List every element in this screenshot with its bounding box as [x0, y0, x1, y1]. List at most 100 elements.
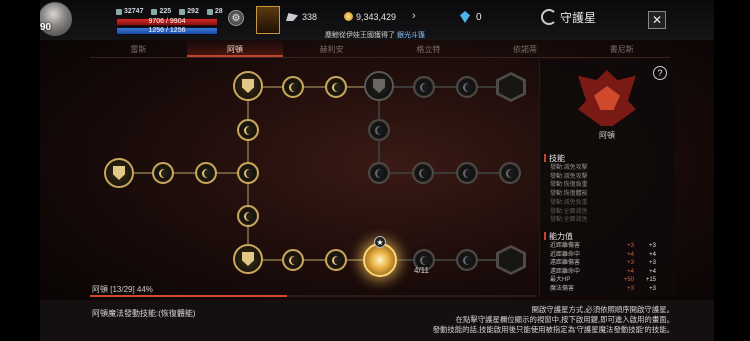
shield-icon: [113, 166, 125, 180]
wing-value: 338: [302, 12, 318, 22]
ability-row: 近距離傷害 +3 +3: [550, 242, 670, 251]
moon-icon: [465, 83, 474, 92]
moon-node[interactable]: [368, 119, 390, 141]
stat-attack: 225: [151, 8, 171, 15]
notice-item[interactable]: 銀光斗篷: [397, 32, 425, 39]
player-stats: 32747 225 292 28: [116, 8, 223, 15]
hex-node[interactable]: [496, 72, 526, 102]
game-screen: ★ 4/11 ? 阿頓 技能 發動:減免攻擊 發動:減免攻擊 發動:恢復負重 發動:恢…: [0, 0, 750, 341]
moon-icon: [422, 256, 431, 265]
moon-node[interactable]: [456, 76, 478, 98]
skill-item: 發動:減免攻擊: [550, 173, 588, 180]
stat-combat: 32747: [116, 8, 143, 15]
tab-1[interactable]: 阿頓: [186, 40, 284, 57]
moon-icon: [334, 256, 343, 265]
tab-0[interactable]: 雷斯: [90, 40, 187, 57]
tab-5[interactable]: 書尼斯: [573, 40, 670, 57]
shield-node[interactable]: [233, 244, 263, 274]
help-line: 發動技能的話,技能啟用後只能使用被指定為'守護星魔法發動技能'的技能。: [432, 325, 674, 334]
stat-other: 28: [206, 8, 223, 15]
gold-value: 9,343,429: [356, 12, 397, 22]
guardian-star-icon: [541, 9, 557, 25]
shield-icon: [242, 79, 254, 93]
ability-value: +4: [627, 251, 634, 258]
stat-defense: 292: [179, 8, 199, 15]
shield-node[interactable]: [364, 71, 394, 101]
moon-node[interactable]: [456, 162, 478, 184]
skill-item: 發動:減免負重: [550, 199, 588, 206]
ability-value: +3: [627, 260, 634, 266]
moon-icon: [421, 169, 430, 178]
ability-row: 魔法傷害 +3 +3: [550, 285, 670, 294]
skills-title: 技能: [544, 153, 565, 164]
ability-name: 近距離傷害: [550, 243, 581, 249]
skill-item: 發動:減免攻擊: [550, 165, 588, 171]
active-node[interactable]: [363, 243, 397, 277]
bag-icon: [206, 8, 213, 15]
moon-icon: [246, 212, 255, 221]
moon-node[interactable]: [282, 249, 304, 271]
tree-link: [248, 259, 380, 261]
magic-skill-label: 阿頓魔法發動技能:(恢復體能): [92, 309, 196, 318]
ability-value: +3: [649, 285, 656, 292]
ability-list: 近距離傷害 +3 +3 近距離命中 +4 +4 遠距離傷害 +3 +3 遠距離命中 +4 +4 最大HP…: [550, 242, 670, 293]
help-line: 在點擊守護星欄位顯示的視窗中,按下啟用鍵,即可進入啟用的畫面。: [455, 315, 674, 324]
moon-node[interactable]: [195, 162, 217, 184]
sword-icon: [151, 8, 158, 15]
moon-icon: [422, 83, 431, 92]
hex-node[interactable]: [496, 245, 526, 275]
moon-node[interactable]: [237, 162, 259, 184]
moon-node[interactable]: [412, 162, 434, 184]
ability-value: +15: [645, 277, 656, 283]
close-button[interactable]: ✕: [648, 11, 666, 29]
moon-node[interactable]: [413, 76, 435, 98]
moon-node[interactable]: [152, 162, 174, 184]
settings-gear-icon[interactable]: ⚙: [228, 10, 244, 26]
help-button[interactable]: ?: [653, 66, 667, 80]
moon-node[interactable]: [456, 249, 478, 271]
skill-item: 發動:全面減免: [550, 217, 588, 224]
ability-name: 遠距離命中: [550, 268, 581, 275]
moon-icon: [334, 83, 343, 92]
moon-icon: [465, 169, 474, 178]
star-icon: ★: [374, 236, 386, 248]
constellation-tabs: 雷斯 阿頓 赫利安 格立特 依諾蒂 書尼斯: [90, 40, 670, 58]
moon-node[interactable]: [325, 76, 347, 98]
moon-node[interactable]: [499, 162, 521, 184]
ability-name: 近距離命中: [550, 251, 581, 258]
ability-value: +50: [623, 277, 634, 283]
screen-bezel-left: [0, 0, 40, 341]
shield-node[interactable]: [233, 71, 263, 101]
ability-value: +3: [649, 243, 656, 249]
ability-value: +4: [627, 268, 634, 275]
moon-node[interactable]: [368, 162, 390, 184]
tree-link: [388, 86, 510, 88]
help-text: 開啟守護星方式,必須依照順序開啟守護星。 在點擊守護星欄位顯示的視窗中,按下啟用…: [433, 305, 674, 335]
moon-icon: [291, 256, 300, 265]
shield-node[interactable]: [104, 158, 134, 188]
tab-2[interactable]: 赫利安: [283, 40, 380, 57]
moon-node[interactable]: [282, 76, 304, 98]
ability-value: +4: [649, 251, 656, 258]
power-icon: [116, 8, 122, 15]
ability-value: +3: [627, 285, 634, 292]
ability-row: 遠距離命中 +4 +4: [550, 268, 670, 277]
moon-icon: [465, 256, 474, 265]
tab-3[interactable]: 格立特: [380, 40, 477, 57]
moon-node[interactable]: [237, 119, 259, 141]
ability-value: +3: [627, 243, 634, 249]
currency-next-button[interactable]: ›: [412, 10, 416, 22]
hp-text: 9706 / 9904: [148, 18, 186, 25]
ability-row: 最大HP +50 +15: [550, 276, 670, 285]
tree-link: [379, 172, 511, 174]
ability-value: +4: [649, 268, 656, 275]
skill-item: 發動:全面減免: [550, 208, 588, 215]
ability-title: 能力值: [544, 231, 573, 242]
gold-coin-icon: [344, 12, 353, 21]
tree-link: [380, 259, 510, 261]
node-progress-label: 4/11: [414, 266, 429, 275]
moon-icon: [246, 169, 255, 178]
moon-node[interactable]: [325, 249, 347, 271]
tab-4[interactable]: 依諾蒂: [477, 40, 574, 57]
moon-node[interactable]: [237, 205, 259, 227]
